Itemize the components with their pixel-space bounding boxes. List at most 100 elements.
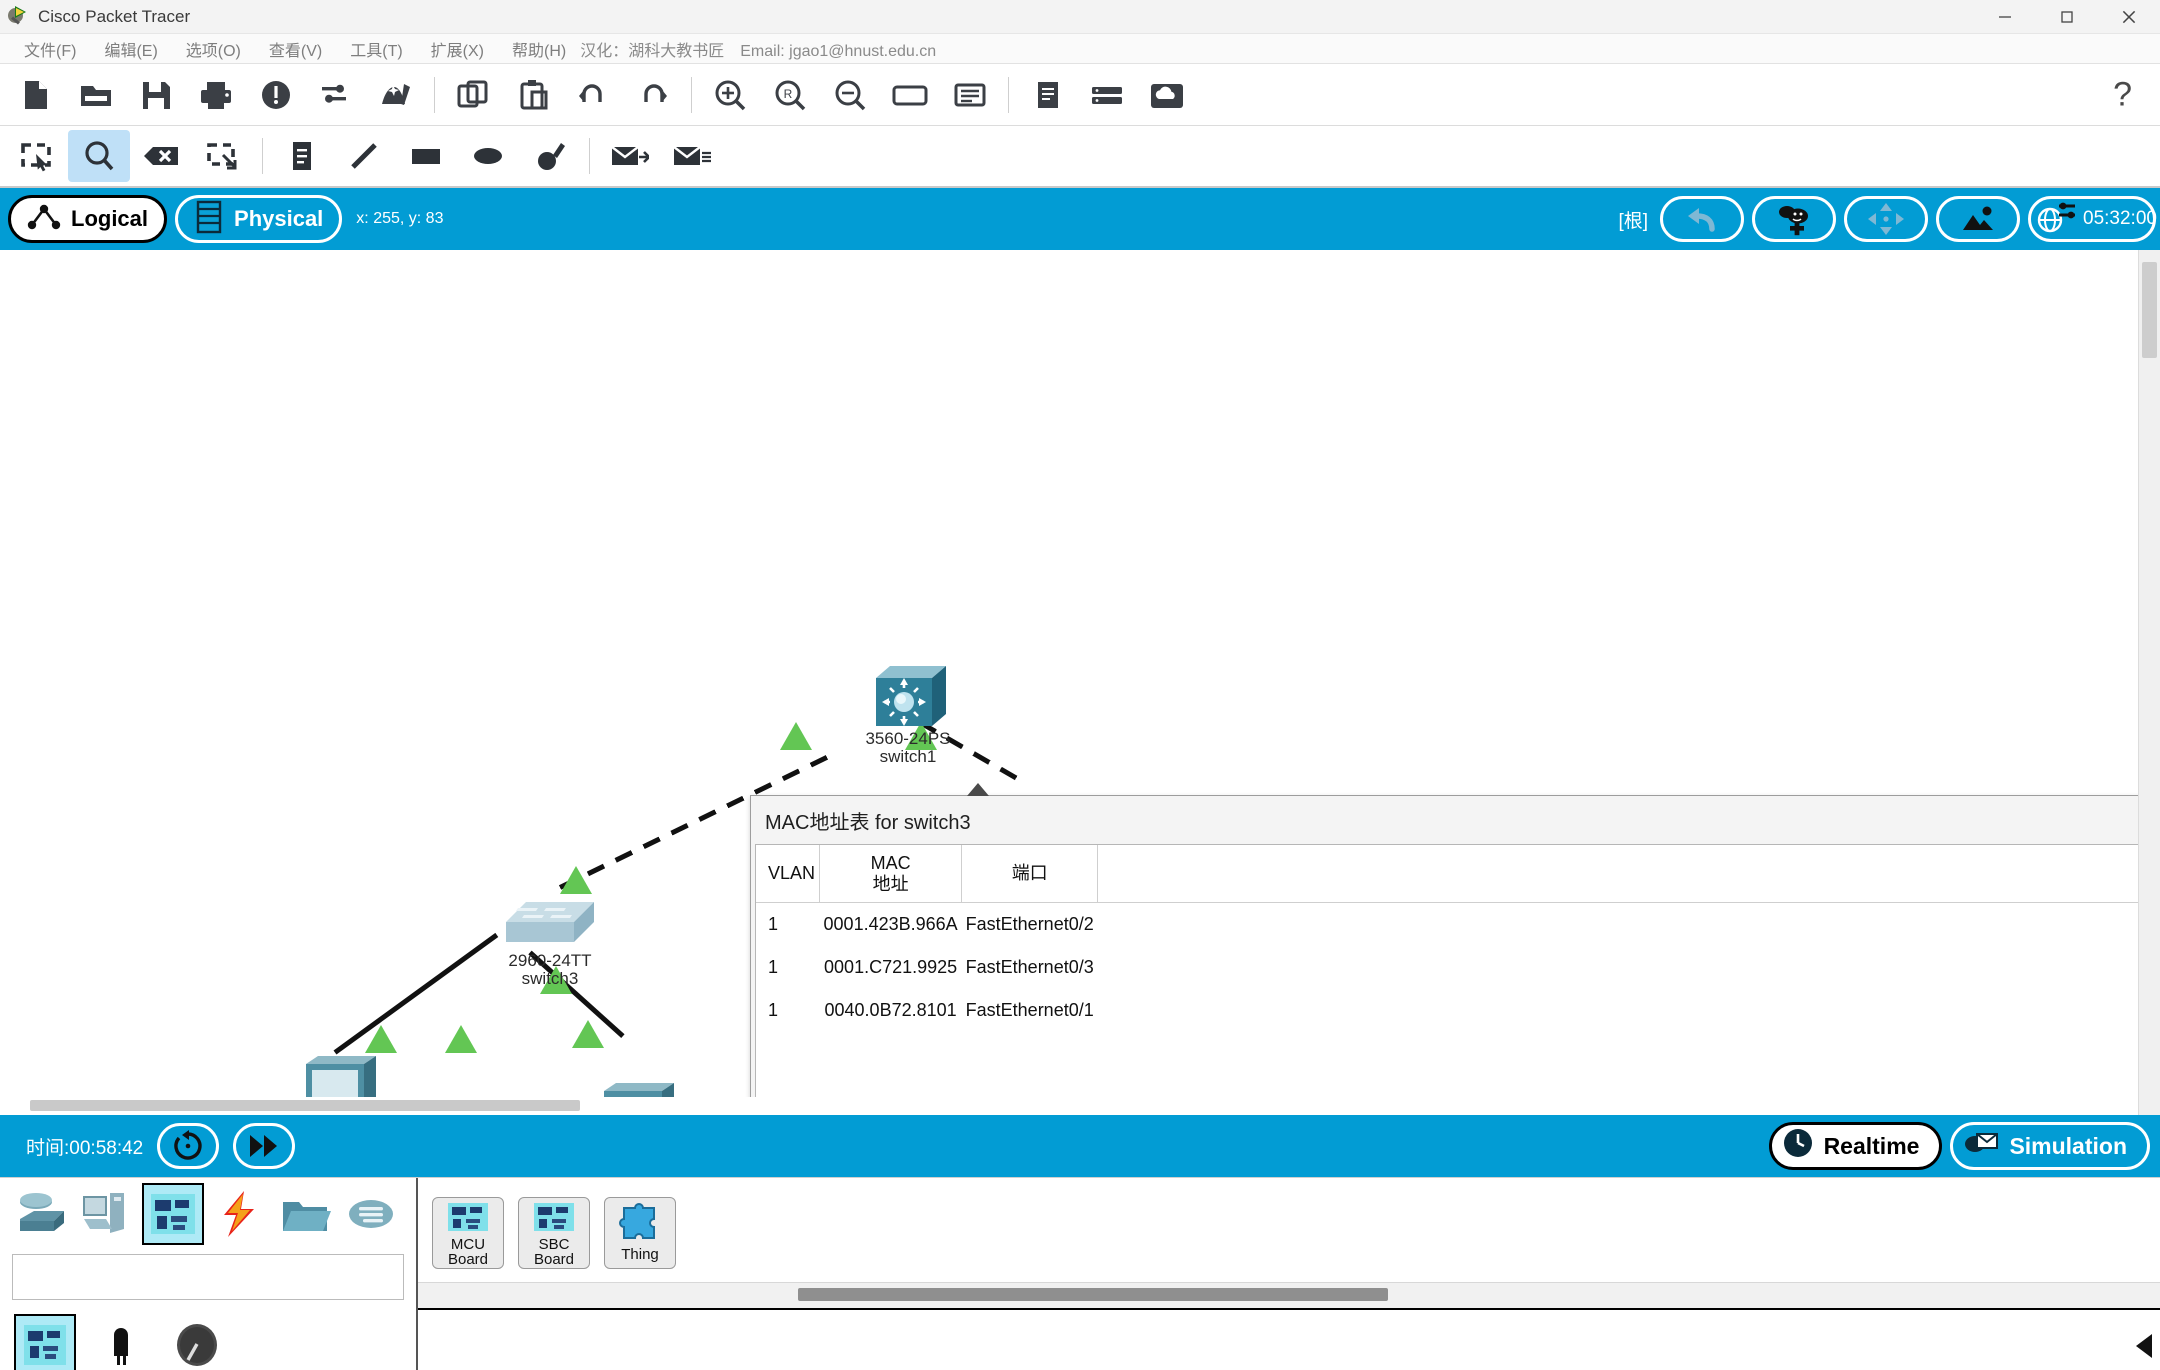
network-info-icon[interactable]: [246, 67, 306, 123]
help-question-icon[interactable]: ?: [2113, 75, 2132, 114]
workspace-hscroll-thumb[interactable]: [30, 1100, 580, 1111]
resize-shape-tool-icon[interactable]: [192, 130, 254, 182]
rack-view-icon[interactable]: [1077, 67, 1137, 123]
device-switch1-model: 3560-24PS: [865, 729, 951, 748]
cell-mac: 0001.423B.966A: [823, 914, 958, 935]
workspace-vscroll-thumb[interactable]: [2142, 262, 2157, 358]
menu-view[interactable]: 查看(V): [255, 37, 336, 61]
inspect-tool-icon[interactable]: [68, 130, 130, 182]
open-file-icon[interactable]: [66, 67, 126, 123]
realtime-clock[interactable]: 05:32:00: [2028, 196, 2157, 242]
zoom-out-icon[interactable]: [820, 67, 880, 123]
puzzle-piece-icon: [618, 1202, 662, 1247]
title-bar: Cisco Packet Tracer: [0, 0, 2160, 34]
device-items-scrollbar[interactable]: [418, 1282, 2160, 1308]
select-tool-icon[interactable]: [6, 130, 68, 182]
close-button[interactable]: [2098, 0, 2160, 34]
table-header-row: VLAN MAC 地址 端口: [756, 845, 2160, 904]
circuit-board-icon: [447, 1202, 489, 1237]
navigate-back-icon[interactable]: [1660, 196, 1744, 242]
table-row[interactable]: 1 0001.C721.9925 FastEthernet0/3: [756, 946, 2160, 989]
view-mode-bar: Logical Physical x: 255, y: 83 [根] 05:32…: [0, 188, 2160, 250]
menu-tools[interactable]: 工具(T): [336, 37, 416, 61]
col-header-vlan: VLAN: [756, 845, 821, 904]
copy-icon[interactable]: [443, 67, 503, 123]
workspace-horizontal-scrollbar[interactable]: [0, 1097, 2116, 1115]
simulation-envelope-icon: [1963, 1128, 1999, 1164]
cell-mac: 0001.C721.9925: [824, 957, 958, 978]
add-cluster-icon[interactable]: [1752, 196, 1836, 242]
redo-icon[interactable]: [623, 67, 683, 123]
menu-extensions[interactable]: 扩展(X): [417, 37, 498, 61]
zoom-in-icon[interactable]: [700, 67, 760, 123]
device-items-scroll-thumb[interactable]: [798, 1288, 1388, 1301]
boards-icon[interactable]: [14, 1314, 76, 1370]
device-switch3[interactable]: 2960-24TT switch3: [470, 890, 630, 989]
sbc-board-item[interactable]: SBC Board: [518, 1197, 590, 1269]
mode-realtime-button[interactable]: Realtime: [1768, 1122, 1943, 1170]
tab-logical[interactable]: Logical: [8, 195, 168, 243]
zoom-reset-icon[interactable]: R: [760, 67, 820, 123]
panel-expand-arrow-icon[interactable]: [2136, 1334, 2152, 1358]
physical-rack-icon: [194, 200, 224, 239]
device-search-input[interactable]: [12, 1254, 404, 1300]
reset-simulation-icon[interactable]: [157, 1123, 220, 1169]
actuators-icon[interactable]: [90, 1314, 152, 1370]
topology-canvas[interactable]: 3560-24PS switch1 2960-24TT switch3 MAC地…: [0, 250, 2160, 1115]
add-complex-pdu-icon[interactable]: [660, 130, 722, 182]
mcu-board-line1: MCU: [450, 1236, 486, 1253]
device-items-row: MCU Board SBC Board Thing: [418, 1178, 2160, 1278]
minimize-button[interactable]: [1974, 0, 2036, 34]
status-bar: 自动选择连接类型 CSDN @爱吃萝卜的大白熊: [418, 1308, 2160, 1370]
place-note-tool-icon[interactable]: [271, 130, 333, 182]
delete-tool-icon[interactable]: [130, 130, 192, 182]
draw-line-tool-icon[interactable]: [333, 130, 395, 182]
simulation-time-label: 时间:00:58:42: [26, 1137, 144, 1159]
logical-workspace[interactable]: 3560-24PS switch1 2960-24TT switch3 MAC地…: [0, 250, 2160, 1115]
network-devices-icon[interactable]: [10, 1183, 72, 1245]
cloud-upload-icon[interactable]: [1137, 67, 1197, 123]
menu-edit[interactable]: 编辑(E): [90, 37, 171, 61]
menu-file[interactable]: 文件(F): [10, 37, 90, 61]
menu-help[interactable]: 帮助(H): [498, 37, 580, 61]
draw-freeform-tool-icon[interactable]: [519, 130, 581, 182]
activity-wizard-icon[interactable]: [306, 67, 366, 123]
menu-options[interactable]: 选项(O): [172, 37, 255, 61]
mode-simulation-button[interactable]: Simulation: [1950, 1122, 2150, 1170]
custom-devices-icon[interactable]: [880, 67, 940, 123]
draw-ellipse-tool-icon[interactable]: [457, 130, 519, 182]
cell-mac: 0040.0B72.8101: [824, 1000, 957, 1021]
undo-icon[interactable]: [563, 67, 623, 123]
add-simple-pdu-icon[interactable]: [598, 130, 660, 182]
connections-icon[interactable]: [208, 1183, 270, 1245]
notes-panel-icon[interactable]: [1017, 67, 1077, 123]
tab-physical[interactable]: Physical: [175, 195, 343, 243]
table-row[interactable]: 1 0040.0B72.8101 FastEthernet0/1: [756, 989, 2160, 1032]
logical-topology-icon: [27, 204, 61, 235]
mac-address-table-dialog[interactable]: MAC地址表 for switch3 VLAN MAC 地址 端口 1 0001…: [750, 783, 2160, 1115]
paste-icon[interactable]: [503, 67, 563, 123]
multiuser-connection-icon[interactable]: [340, 1183, 402, 1245]
mcu-board-item[interactable]: MCU Board: [432, 1197, 504, 1269]
thing-item[interactable]: Thing: [604, 1197, 676, 1269]
set-tiled-background-icon[interactable]: [1936, 196, 2020, 242]
table-row[interactable]: 1 0001.423B.966A FastEthernet0/2: [756, 903, 2160, 947]
mode-realtime-label: Realtime: [1823, 1132, 1920, 1159]
maximize-button[interactable]: [2036, 0, 2098, 34]
new-file-icon[interactable]: [6, 67, 66, 123]
workspace-vertical-scrollbar[interactable]: [2138, 250, 2160, 1115]
sensors-icon[interactable]: [166, 1314, 228, 1370]
print-icon[interactable]: [186, 67, 246, 123]
mac-table-body: VLAN MAC 地址 端口 1 0001.423B.966A FastEthe…: [755, 844, 2160, 1115]
device-switch1[interactable]: 3560-24PS switch1: [828, 658, 988, 767]
palette-icon[interactable]: [366, 67, 426, 123]
cell-port: FastEthernet0/1: [965, 1000, 1094, 1021]
end-devices-icon[interactable]: [76, 1183, 138, 1245]
draw-rectangle-tool-icon[interactable]: [395, 130, 457, 182]
move-object-icon[interactable]: [1844, 196, 1928, 242]
pdu-list-icon[interactable]: [940, 67, 1000, 123]
fast-forward-icon[interactable]: [233, 1123, 296, 1169]
miscellaneous-icon[interactable]: [274, 1183, 336, 1245]
save-icon[interactable]: [126, 67, 186, 123]
components-icon[interactable]: [142, 1183, 204, 1245]
